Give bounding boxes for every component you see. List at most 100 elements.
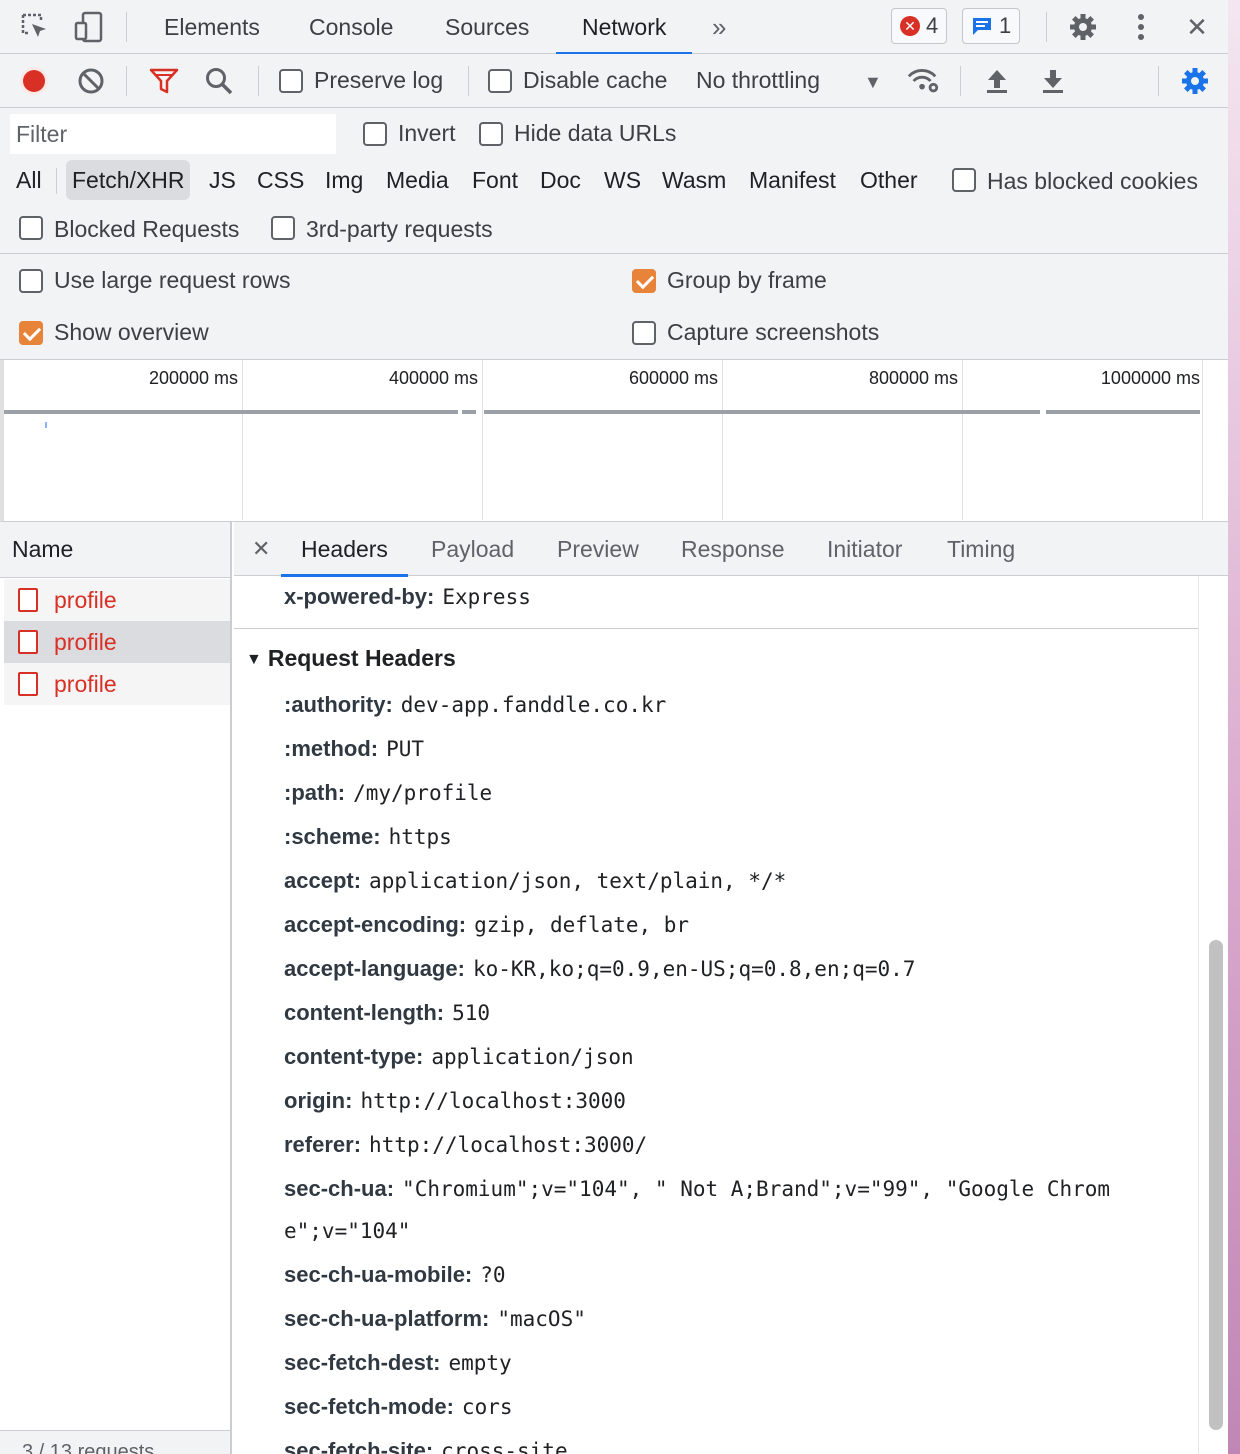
filter-type-all[interactable]: All (16, 160, 42, 200)
group-by-frame-checkbox[interactable] (632, 269, 656, 293)
search-icon[interactable] (202, 64, 236, 98)
header-key: referer: (284, 1132, 362, 1157)
header-key: sec-fetch-mode: (284, 1394, 454, 1419)
message-counter-button[interactable]: 1 (962, 8, 1021, 44)
settings-gear-icon[interactable] (1066, 10, 1100, 44)
header-value: http://localhost:3000/ (369, 1133, 648, 1157)
throttling-select[interactable]: No throttling (696, 67, 820, 94)
details-scrollbar[interactable] (1198, 576, 1228, 1454)
tab-headers[interactable]: Headers (281, 522, 408, 577)
show-overview-label: Show overview (54, 319, 209, 345)
filter-type-manifest[interactable]: Manifest (749, 160, 836, 200)
error-counter-button[interactable]: ✕ 4 (891, 8, 948, 44)
header-key: sec-ch-ua-platform: (284, 1306, 490, 1331)
network-conditions-icon[interactable] (906, 64, 940, 98)
tab-network[interactable]: Network (555, 0, 693, 55)
tab-sources[interactable]: Sources (445, 0, 529, 54)
capture-screenshots-checkbox[interactable] (632, 321, 656, 345)
request-header-row-continuation: e";v="104" (284, 1209, 410, 1253)
tab-preview[interactable]: Preview (557, 522, 639, 576)
tab-initiator[interactable]: Initiator (827, 522, 902, 576)
divider (960, 66, 961, 96)
invert-checkbox[interactable] (363, 122, 387, 146)
request-header-row: sec-ch-ua: "Chromium";v="104", " Not A;Br… (284, 1167, 1110, 1211)
disable-cache-checkbox[interactable] (488, 69, 512, 93)
import-har-icon[interactable] (980, 64, 1014, 98)
filter-type-font[interactable]: Font (472, 160, 518, 200)
close-devtools-icon[interactable]: ✕ (1180, 10, 1214, 44)
network-overview-timeline[interactable]: 200000 ms 400000 ms 600000 ms 800000 ms … (0, 360, 1228, 522)
show-overview-checkbox[interactable] (19, 321, 43, 345)
request-headers-section-toggle[interactable]: ▼ Request Headers (246, 636, 456, 684)
third-party-requests-label: 3rd-party requests (306, 216, 493, 242)
filter-type-ws[interactable]: WS (604, 160, 641, 200)
more-options-icon[interactable] (1124, 10, 1158, 44)
error-count: 4 (926, 13, 939, 38)
blocked-requests-checkbox[interactable] (19, 216, 43, 240)
timeline-activity-bar (4, 410, 458, 414)
hide-data-urls-checkbox[interactable] (479, 122, 503, 146)
request-row[interactable]: profile (4, 579, 230, 621)
filter-type-wasm[interactable]: Wasm (662, 160, 726, 200)
header-key: sec-ch-ua: (284, 1176, 395, 1201)
more-tabs-icon[interactable]: » (712, 0, 726, 54)
request-row-selected[interactable]: profile (4, 621, 230, 663)
name-column-header[interactable]: Name (0, 522, 230, 578)
request-row[interactable]: profile (4, 663, 230, 705)
request-header-row: accept-language: ko-KR,ko;q=0.9,en-US;q=0… (284, 947, 915, 991)
large-rows-checkbox[interactable] (19, 269, 43, 293)
hide-data-urls-label: Hide data URLs (514, 120, 677, 146)
tab-console[interactable]: Console (309, 0, 393, 54)
grid-line (722, 360, 723, 520)
timeline-tick: 1000000 ms (1100, 368, 1200, 388)
third-party-requests-checkbox[interactable] (271, 216, 295, 240)
request-list-panel: Name profile profile profile 3 / 13 requ… (0, 522, 232, 1454)
header-value: Express (442, 585, 531, 609)
header-value: 510 (452, 1001, 491, 1025)
tab-response[interactable]: Response (681, 522, 785, 576)
filter-type-fetch-xhr[interactable]: Fetch/XHR (66, 160, 191, 200)
filter-type-css[interactable]: CSS (257, 160, 304, 200)
request-file-icon (18, 672, 38, 696)
has-blocked-cookies-checkbox[interactable] (952, 168, 976, 192)
filter-type-media[interactable]: Media (386, 160, 449, 200)
header-key: :path: (284, 780, 346, 805)
network-settings-gear-icon[interactable] (1178, 64, 1212, 98)
request-header-row: sec-ch-ua-platform: "macOS" (284, 1297, 586, 1341)
scrollbar-thumb[interactable] (1209, 940, 1223, 1430)
record-icon[interactable] (17, 64, 51, 98)
header-value: "Chromium";v="104", " Not A;Brand";v="99… (402, 1177, 1111, 1201)
tab-timing[interactable]: Timing (947, 522, 1015, 576)
header-key: content-type: (284, 1044, 424, 1069)
network-settings-pane: Use large request rows Group by frame Sh… (0, 254, 1228, 360)
header-key: sec-fetch-site: (284, 1438, 434, 1454)
filter-type-js[interactable]: JS (209, 160, 236, 200)
divider (258, 66, 259, 96)
filter-input[interactable] (10, 114, 336, 154)
filter-type-img[interactable]: Img (325, 160, 363, 200)
tab-payload[interactable]: Payload (431, 522, 514, 576)
close-details-icon[interactable]: ✕ (252, 522, 270, 576)
header-value: empty (448, 1351, 512, 1375)
filter-type-doc[interactable]: Doc (540, 160, 581, 200)
header-value: dev-app.fanddle.co.kr (400, 693, 667, 717)
tab-elements[interactable]: Elements (164, 0, 260, 54)
timeline-activity-bar (1046, 410, 1200, 414)
filter-type-other[interactable]: Other (860, 160, 918, 200)
header-key: sec-ch-ua-mobile: (284, 1262, 473, 1287)
export-har-icon[interactable] (1036, 64, 1070, 98)
device-toolbar-icon[interactable] (72, 10, 106, 44)
details-tab-bar: ✕ Headers Payload Preview Response Initi… (234, 522, 1228, 577)
clear-icon[interactable] (74, 64, 108, 98)
header-key: accept-language: (284, 956, 465, 981)
request-name: profile (54, 628, 117, 655)
request-name: profile (54, 670, 117, 697)
timeline-activity-bar (484, 410, 1040, 414)
chevron-down-icon[interactable]: ▼ (864, 72, 882, 93)
inspect-element-icon[interactable] (18, 10, 52, 44)
filter-icon[interactable] (147, 64, 181, 98)
timeline-activity-bar (462, 410, 476, 414)
preserve-log-checkbox[interactable] (279, 69, 303, 93)
request-header-row: sec-fetch-dest: empty (284, 1341, 512, 1385)
large-rows-label: Use large request rows (54, 267, 291, 293)
